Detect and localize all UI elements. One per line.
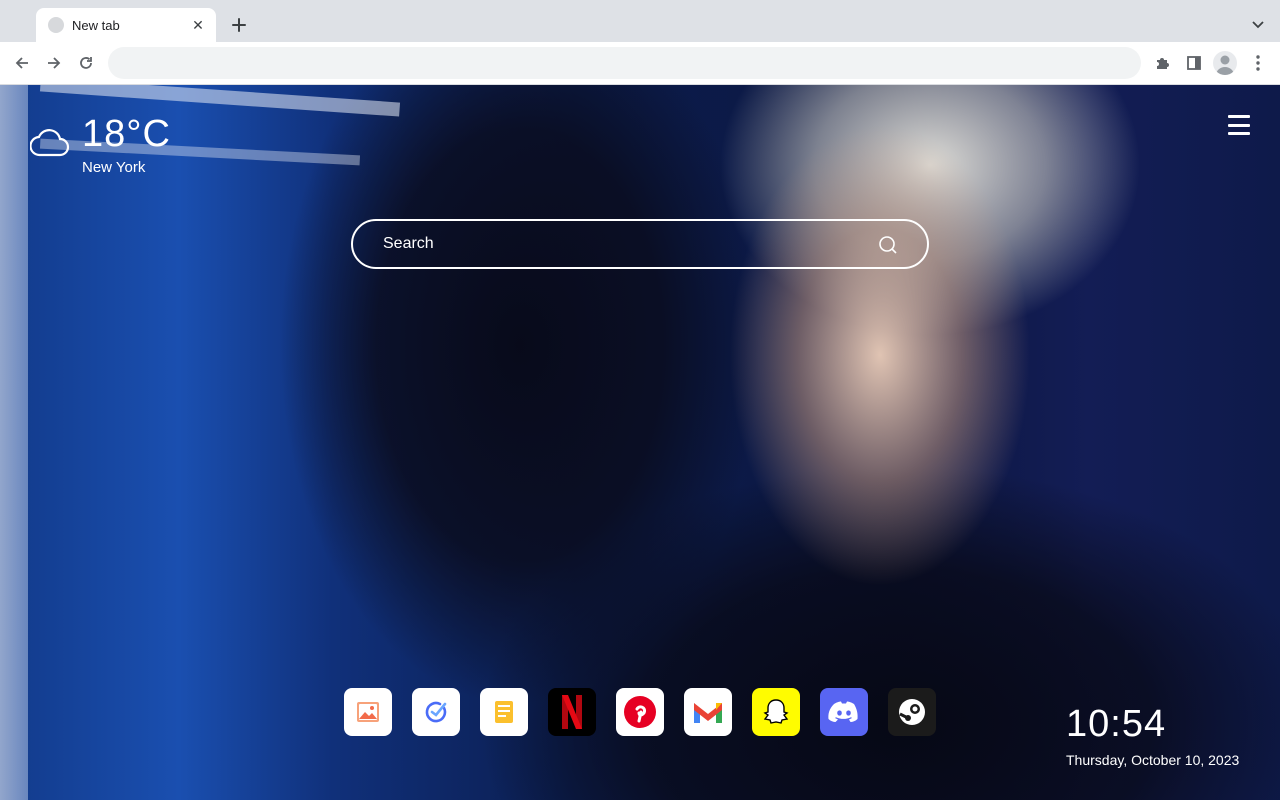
snapchat-icon (763, 699, 789, 724)
new-tab-button[interactable] (228, 14, 250, 36)
reload-icon (80, 57, 92, 69)
back-button[interactable] (10, 51, 34, 75)
side-panel-icon (1187, 56, 1201, 70)
reload-button[interactable] (74, 51, 98, 75)
clock-date: Thursday, October 10, 2023 (1066, 752, 1240, 768)
tab-new-tab[interactable]: New tab ✕ (36, 8, 216, 42)
shortcut-photos[interactable] (344, 688, 392, 736)
discord-icon (828, 701, 858, 722)
side-panel-button[interactable] (1182, 51, 1206, 75)
arrow-left-icon (15, 57, 28, 69)
weather-temperature: 18°C (82, 113, 171, 155)
plus-icon (232, 18, 246, 32)
gmail-icon (694, 703, 722, 723)
check-circle-icon (425, 701, 447, 723)
shortcut-netflix[interactable] (548, 688, 596, 736)
new-tab-page: 18°C New York Search 10:54 Thursday, Oct… (0, 85, 1280, 800)
close-icon[interactable]: ✕ (190, 17, 206, 33)
tab-strip: New tab ✕ (0, 0, 1280, 42)
shortcuts-bar (344, 688, 936, 736)
clock-time: 10:54 (1066, 703, 1167, 745)
tab-search-button[interactable] (1248, 14, 1268, 34)
arrow-right-icon (48, 57, 61, 69)
notes-icon (495, 701, 513, 723)
shortcut-notes[interactable] (480, 688, 528, 736)
forward-button[interactable] (42, 51, 66, 75)
extensions-button[interactable] (1150, 51, 1174, 75)
weather-widget[interactable]: 18°C New York (30, 113, 190, 183)
tab-favicon-icon (48, 17, 64, 33)
background-light (39, 85, 401, 117)
menu-line (1228, 115, 1250, 118)
kebab-menu-icon (1256, 55, 1260, 71)
browser-menu-button[interactable] (1246, 51, 1270, 75)
address-bar[interactable] (108, 47, 1141, 79)
cloud-icon (30, 129, 70, 157)
tab-title: New tab (72, 17, 120, 33)
menu-line (1228, 132, 1250, 135)
shortcut-discord[interactable] (820, 688, 868, 736)
netflix-icon (562, 695, 582, 729)
background-wallpaper (0, 85, 28, 800)
clock-widget: 10:54 Thursday, October 10, 2023 (1066, 703, 1266, 768)
search-icon[interactable] (877, 234, 899, 256)
weather-city: New York (82, 159, 146, 176)
shortcut-steam[interactable] (888, 688, 936, 736)
puzzle-icon (1157, 58, 1169, 69)
search-input[interactable] (371, 221, 851, 267)
chevron-down-icon (1252, 21, 1264, 29)
browser-toolbar (0, 42, 1280, 85)
steam-icon (899, 699, 925, 725)
hamburger-menu-button[interactable] (1228, 115, 1250, 135)
search-box (351, 219, 929, 269)
person-icon (1216, 55, 1234, 75)
image-icon (357, 702, 379, 722)
shortcut-gmail[interactable] (684, 688, 732, 736)
shortcut-pinterest[interactable] (616, 688, 664, 736)
shortcut-snapchat[interactable] (752, 688, 800, 736)
profile-avatar[interactable] (1213, 51, 1237, 75)
pinterest-icon (624, 696, 656, 728)
shortcut-tasks[interactable] (412, 688, 460, 736)
menu-line (1228, 123, 1250, 127)
